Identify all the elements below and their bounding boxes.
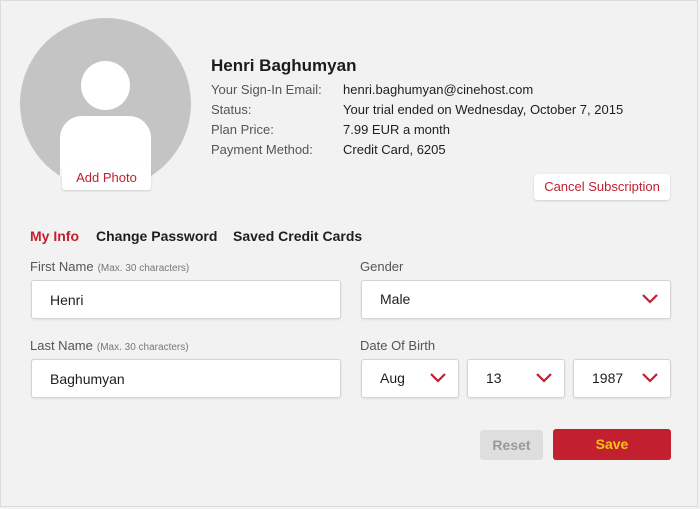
last-name-label-text: Last Name xyxy=(30,338,93,353)
dob-month-value: Aug xyxy=(380,370,405,386)
chevron-down-icon xyxy=(642,294,658,304)
tab-change-password[interactable]: Change Password xyxy=(96,228,217,244)
first-name-label-text: First Name xyxy=(30,259,94,274)
last-name-label: Last Name (Max. 30 characters) xyxy=(30,338,189,353)
first-name-label: First Name (Max. 30 characters) xyxy=(30,259,189,274)
last-name-input[interactable] xyxy=(31,359,341,398)
chevron-down-icon xyxy=(536,373,552,383)
info-label: Payment Method: xyxy=(211,142,313,157)
dob-year-select[interactable]: 1987 xyxy=(573,359,671,398)
gender-value: Male xyxy=(380,291,411,307)
avatar-head-icon xyxy=(81,61,130,110)
gender-label: Gender xyxy=(360,259,404,274)
info-value: 7.99 EUR a month xyxy=(343,122,450,137)
dob-day-value: 13 xyxy=(486,370,502,386)
gender-select[interactable]: Male xyxy=(361,280,671,319)
info-label: Status: xyxy=(211,102,252,117)
add-photo-button[interactable]: Add Photo xyxy=(62,165,151,190)
info-label: Plan Price: xyxy=(211,122,274,137)
info-label: Your Sign-In Email: xyxy=(211,82,322,97)
avatar-placeholder xyxy=(20,18,191,189)
info-value: Credit Card, 6205 xyxy=(343,142,446,157)
dob-month-select[interactable]: Aug xyxy=(361,359,459,398)
info-value: henri.baghumyan@cinehost.com xyxy=(343,82,534,97)
dob-label: Date Of Birth xyxy=(360,338,436,353)
tab-my-info[interactable]: My Info xyxy=(30,228,79,244)
last-name-hint: (Max. 30 characters) xyxy=(96,342,189,353)
first-name-input[interactable] xyxy=(31,280,341,319)
reset-button[interactable]: Reset xyxy=(480,430,543,460)
dob-year-value: 1987 xyxy=(592,370,624,386)
dob-day-select[interactable]: 13 xyxy=(467,359,565,398)
first-name-hint: (Max. 30 characters) xyxy=(97,263,190,274)
chevron-down-icon xyxy=(642,373,658,383)
info-value: Your trial ended on Wednesday, October 7… xyxy=(343,102,624,117)
account-panel: Add Photo Henri Baghumyan Your Sign-In E… xyxy=(0,0,698,507)
profile-name: Henri Baghumyan xyxy=(211,56,357,75)
chevron-down-icon xyxy=(430,373,446,383)
tab-saved-credit-cards[interactable]: Saved Credit Cards xyxy=(233,228,362,244)
save-button[interactable]: Save xyxy=(553,429,671,460)
cancel-subscription-button[interactable]: Cancel Subscription xyxy=(534,174,670,200)
